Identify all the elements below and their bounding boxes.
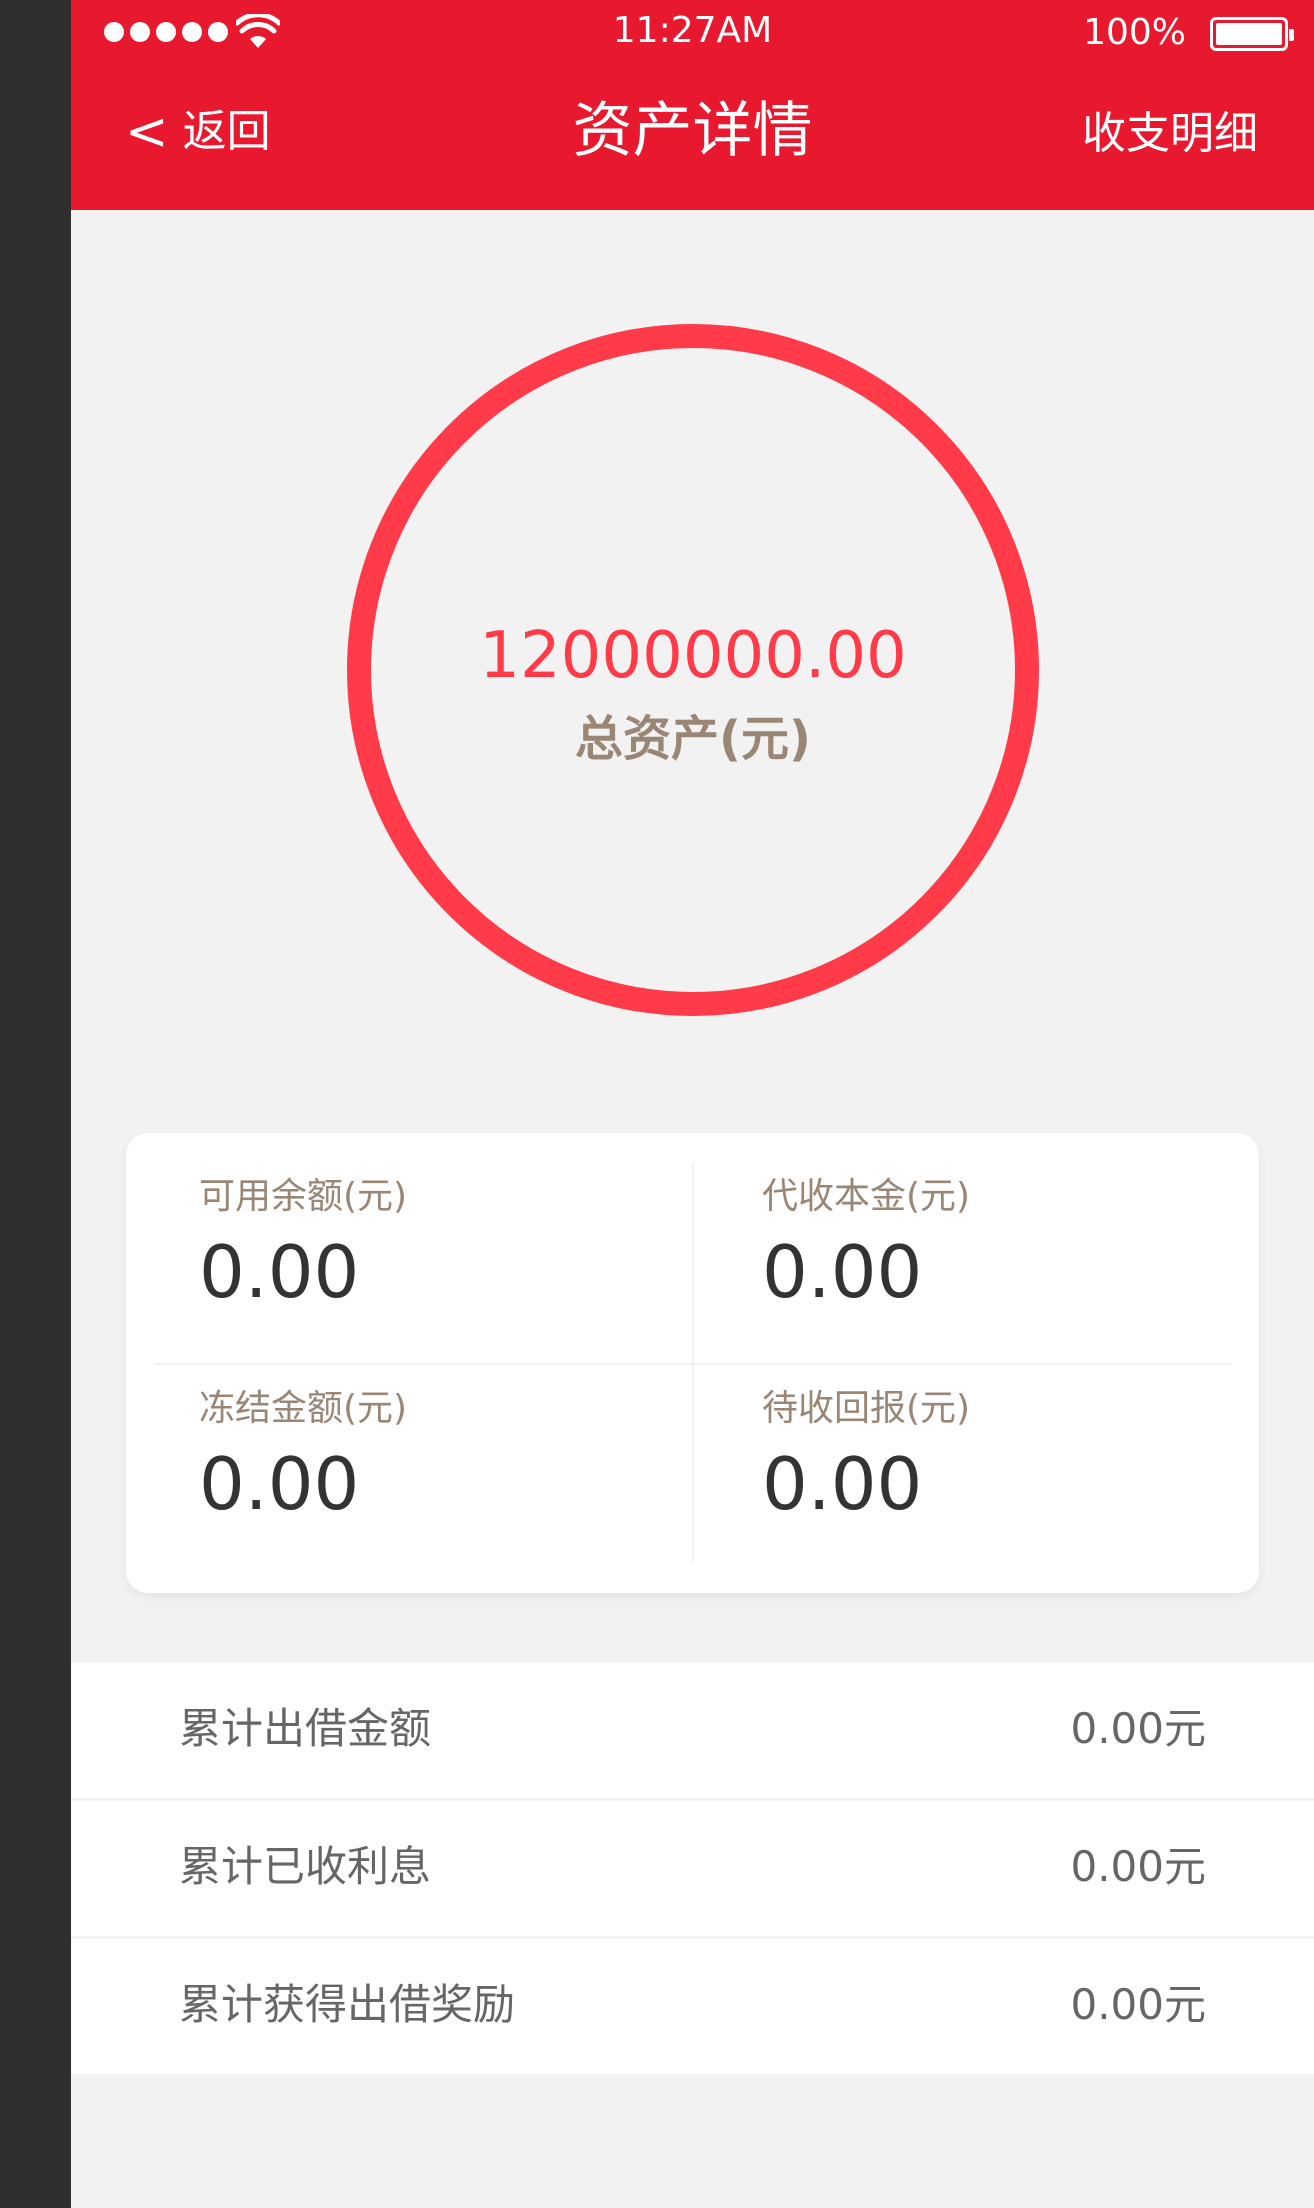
collected-principal: 代收本金(元) 0.00 (762, 1176, 971, 1314)
battery-icon (1210, 17, 1294, 51)
summary-value: 0.00元 (1070, 1704, 1206, 1753)
summary-value: 0.00元 (1070, 1980, 1206, 2029)
phone-screen: 11:27AM 100% < 返回 资产详情 收支明细 12000000.00 … (71, 0, 1314, 2208)
total-asset-label: 总资产(元) (575, 711, 811, 767)
stat-label: 待收回报(元) (762, 1388, 971, 1429)
stat-value: 0.00 (199, 1442, 360, 1526)
available-balance: 可用余额(元) 0.00 (199, 1176, 408, 1314)
total-asset-ring: 12000000.00 总资产(元) (347, 324, 1039, 1016)
battery-percent: 100% (1083, 12, 1186, 53)
stat-label: 冻结金额(元) (199, 1388, 408, 1429)
pending-returns: 待收回报(元) 0.00 (762, 1388, 971, 1526)
summary-label: 累计获得出借奖励 (179, 1980, 516, 2029)
status-bar: 11:27AM 100% (71, 0, 1314, 70)
stat-value: 0.00 (762, 1442, 923, 1526)
summary-list: 累计出借金额 0.00元 累计已收利息 0.00元 累计获得出借奖励 0.00元 (71, 1663, 1314, 2074)
list-item: 累计获得出借奖励 0.00元 (71, 1939, 1314, 2074)
summary-label: 累计出借金额 (179, 1704, 432, 1753)
income-expense-detail-link[interactable]: 收支明细 (1082, 106, 1258, 162)
list-item: 累计已收利息 0.00元 (71, 1801, 1314, 1939)
stat-value: 0.00 (762, 1230, 923, 1314)
balance-stats-card: 可用余额(元) 0.00 代收本金(元) 0.00 冻结金额(元) 0.00 待… (126, 1133, 1259, 1593)
stat-value: 0.00 (199, 1230, 360, 1314)
app-header: 11:27AM 100% < 返回 资产详情 收支明细 (71, 0, 1314, 210)
left-margin-strip (0, 0, 71, 2208)
total-asset-amount: 12000000.00 (479, 619, 907, 693)
frozen-amount: 冻结金额(元) 0.00 (199, 1388, 408, 1526)
summary-label: 累计已收利息 (179, 1842, 432, 1891)
stat-label: 可用余额(元) (199, 1176, 408, 1217)
stat-label: 代收本金(元) (762, 1176, 971, 1217)
list-item: 累计出借金额 0.00元 (71, 1663, 1314, 1801)
summary-value: 0.00元 (1070, 1842, 1206, 1891)
card-divider-horizontal (154, 1363, 1231, 1365)
